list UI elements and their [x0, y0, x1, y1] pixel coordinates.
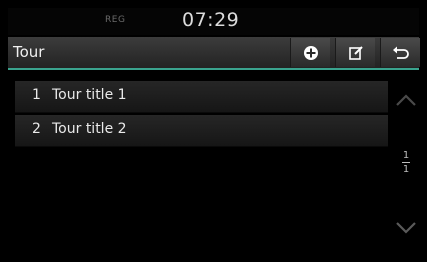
- list-item-title: Tour title 1: [52, 87, 127, 103]
- list-item[interactable]: 1 Tour title 1: [15, 81, 388, 113]
- list-item[interactable]: 2 Tour title 2: [15, 115, 388, 147]
- clock: 07:29: [182, 9, 240, 31]
- scroll-down-button[interactable]: [393, 208, 419, 248]
- scroll-column: 1 1: [393, 72, 419, 254]
- screen: REG 07:29 Tour 1 Tour title 1 2 Tour tit…: [0, 0, 427, 262]
- page-current: 1: [402, 150, 410, 161]
- scroll-up-button[interactable]: [393, 80, 419, 120]
- list-item-title: Tour title 2: [52, 121, 127, 137]
- header-bar: Tour: [8, 37, 420, 70]
- page-indicator: 1 1: [393, 150, 419, 175]
- back-arrow-icon: [392, 46, 409, 59]
- back-button[interactable]: [380, 38, 420, 67]
- list-item-number: 2: [32, 121, 41, 137]
- add-button[interactable]: [290, 38, 330, 67]
- chevron-up-icon: [396, 94, 416, 106]
- edit-button[interactable]: [335, 38, 375, 67]
- reg-indicator: REG: [105, 15, 126, 25]
- edit-icon: [348, 45, 363, 60]
- page-title: Tour: [13, 43, 45, 61]
- list-item-number: 1: [32, 87, 41, 103]
- page-total: 1: [402, 164, 410, 175]
- page-divider: [402, 162, 410, 163]
- chevron-down-icon: [396, 222, 416, 234]
- plus-circle-icon: [303, 45, 318, 60]
